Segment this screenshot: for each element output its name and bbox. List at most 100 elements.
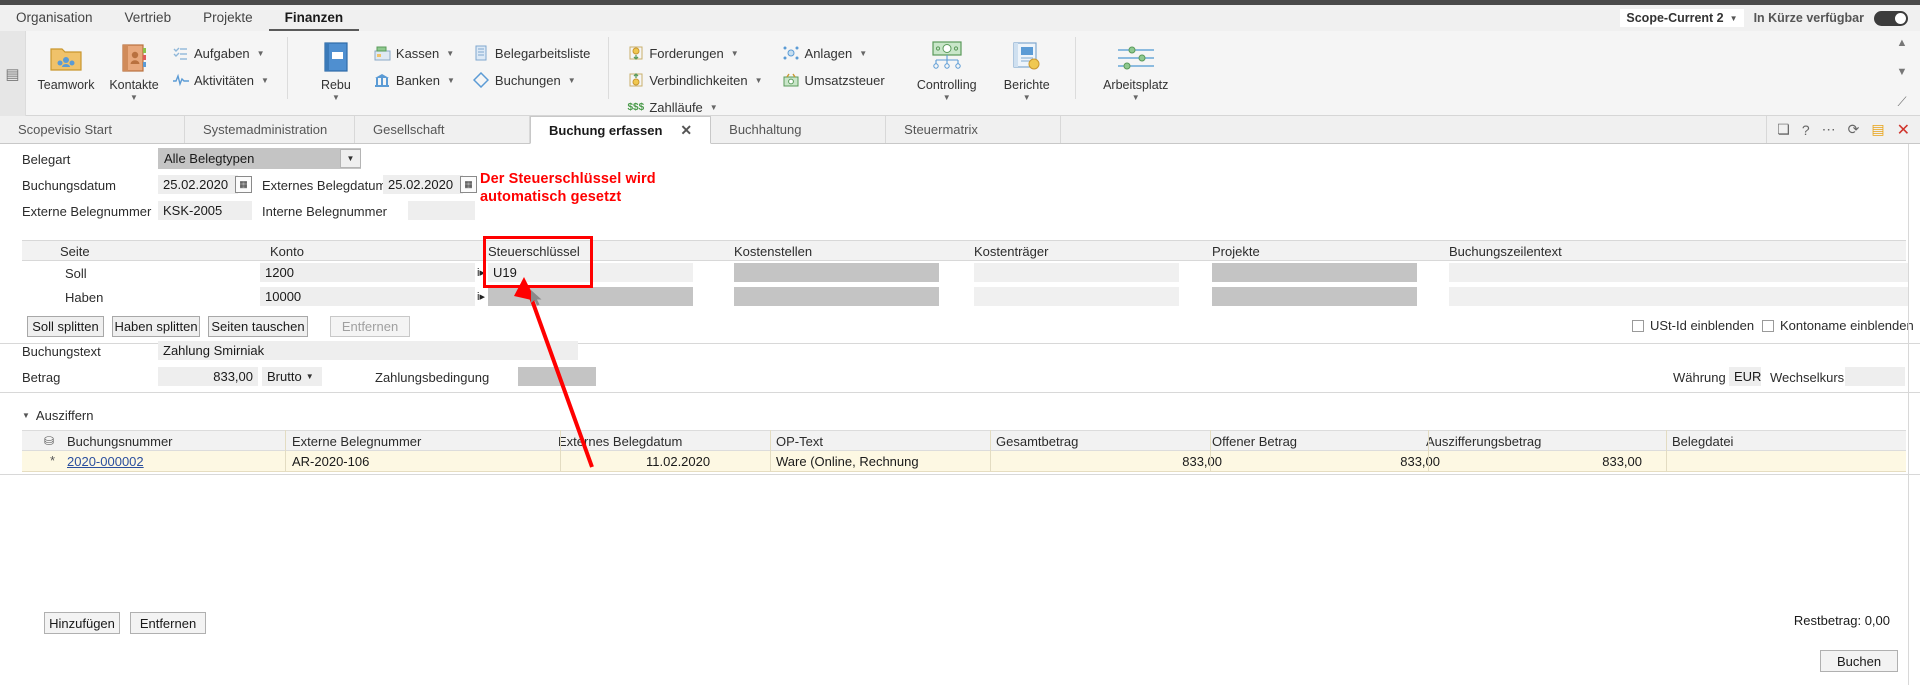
ribbon-button-kontakte[interactable]: Kontakte ▼ [100,35,168,102]
ribbon-button-teamwork[interactable]: Teamwork [32,35,100,92]
chevron-down-icon[interactable]: ▼ [1023,93,1031,102]
booking-row-haben-projekte[interactable] [1212,287,1417,306]
calendar-icon[interactable]: ▦ [235,176,252,193]
scope-selector[interactable]: Scope-Current 2 ▼ [1620,9,1744,27]
chevron-down-icon[interactable]: ▼ [568,76,576,85]
externe-belegnummer-input[interactable]: KSK-2005 [158,201,252,220]
ust-id-einblenden-checkbox[interactable]: USt-Id einblenden [1632,318,1754,333]
chevron-down-icon[interactable]: ▼ [1897,66,1908,78]
section-divider [0,392,1920,393]
booking-row-haben-steuerschluessel[interactable] [488,287,693,306]
ribbon-button-berichte[interactable]: Berichte ▼ [993,35,1061,102]
chevron-down-icon[interactable]: ▼ [130,93,138,102]
ausziffern-section-label: Ausziffern [35,408,94,423]
ribbon-button-buchungen[interactable]: Buchungen ▼ [469,68,594,92]
ausziffern-table-row[interactable]: * 2020-000002 AR-2020-106 11.02.2020 War… [22,451,1906,472]
reports-icon [1010,39,1044,77]
chevron-down-icon[interactable]: ▼ [261,76,269,85]
calendar-icon[interactable]: ▦ [460,176,477,193]
tab-scopevisio-start[interactable]: Scopevisio Start [0,116,185,143]
ribbon-button-verbindlichkeiten[interactable]: Verbindlichkeiten ▼ [623,68,766,92]
tab-buchung-erfassen[interactable]: Buchung erfassen ✕ [530,116,712,144]
pulse-icon[interactable]: ⟋ [1897,94,1906,110]
ribbon-button-arbeitsplatz[interactable]: Arbeitsplatz ▼ [1090,35,1182,102]
tab-gesellschaft[interactable]: Gesellschaft [355,116,530,143]
ribbon-button-forderungen-label: Forderungen [649,45,724,61]
menu-item-projekte[interactable]: Projekte [187,5,269,31]
booking-row-haben-buchungszeilentext[interactable] [1449,287,1909,306]
save-icon[interactable]: ▤ [1871,121,1884,138]
menu-item-vertrieb[interactable]: Vertrieb [109,5,188,31]
interne-belegnummer-input[interactable] [408,201,475,220]
chevron-down-icon[interactable]: ▼ [731,49,739,58]
ribbon-button-aufgaben[interactable]: Aufgaben ▼ [168,41,273,65]
chevron-down-icon[interactable]: ▼ [710,103,718,112]
menu-item-organisation[interactable]: Organisation [0,5,109,31]
externes-belegdatum-input[interactable]: 25.02.2020 [383,175,463,194]
soll-splitten-button[interactable]: Soll splitten [27,316,104,337]
buchungsdatum-input[interactable]: 25.02.2020 [158,175,238,194]
booking-row-haben-konto[interactable]: 10000 [260,287,475,306]
tab-systemadministration[interactable]: Systemadministration [185,116,355,143]
column-chooser-icon[interactable]: ⛁ [44,434,54,448]
ausziffern-row-offener-betrag: 833,00 [1400,454,1440,469]
kontoname-einblenden-checkbox[interactable]: Kontoname einblenden [1762,318,1914,333]
menu-item-finanzen[interactable]: Finanzen [268,5,360,31]
ribbon-collapse-handle[interactable]: ▤ [0,31,26,116]
chevron-down-icon[interactable]: ▼ [332,93,340,102]
chevron-down-icon[interactable]: ▼ [859,49,867,58]
ribbon-button-belegarbeitsliste[interactable]: Belegarbeitsliste [469,41,594,65]
document-list-icon [473,45,490,62]
booking-row-soll-buchungszeilentext[interactable] [1449,263,1909,282]
tab-steuermatrix[interactable]: Steuermatrix [886,116,1062,143]
booking-row-soll-kostentraeger[interactable] [974,263,1179,282]
chevron-up-icon[interactable]: ▲ [1897,37,1908,49]
entfernen-button[interactable]: Entfernen [130,612,206,634]
chevron-down-icon[interactable]: ▼ [340,149,361,168]
ribbon-button-rebu[interactable]: Rebu ▼ [302,35,370,102]
seiten-tauschen-button[interactable]: Seiten tauschen [208,316,308,337]
booking-row-haben-kostentraeger[interactable] [974,287,1179,306]
close-icon[interactable]: ✕ [680,122,692,139]
ribbon-button-aktivitaeten[interactable]: Aktivitäten ▼ [168,68,273,92]
wechselkurs-input[interactable] [1845,367,1905,386]
ausziffern-row-buchungsnummer[interactable]: 2020-000002 [67,454,144,469]
kontoname-einblenden-label: Kontoname einblenden [1780,318,1914,333]
waehrung-value[interactable]: EUR [1729,367,1761,386]
ribbon-button-anlagen[interactable]: Anlagen ▼ [779,41,889,65]
booking-row-haben-kostenstellen[interactable] [734,287,939,306]
ausziffern-section-header[interactable]: ▼ Ausziffern [22,408,94,423]
booking-row-soll[interactable]: Soll 1200 i▸ U19 [22,261,1909,285]
chevron-down-icon[interactable]: ▼ [447,76,455,85]
buchen-button[interactable]: Buchen [1820,650,1898,672]
haben-splitten-button[interactable]: Haben splitten [112,316,200,337]
chevron-down-icon[interactable]: ▼ [446,49,454,58]
zahlungsbedingung-input[interactable] [518,367,596,386]
chevron-down-icon[interactable]: ▼ [257,49,265,58]
booking-row-haben[interactable]: Haben 10000 i▸ [22,285,1909,309]
chevron-down-icon[interactable]: ▼ [943,93,951,102]
konto-lookup-icon[interactable]: i▸ [477,290,485,303]
close-icon[interactable]: ✕ [1897,120,1910,140]
tab-buchhaltung[interactable]: Buchhaltung [711,116,887,143]
availability-toggle[interactable] [1874,10,1908,26]
buchungstext-input[interactable]: Zahlung Smirniak [158,341,578,360]
copy-icon[interactable]: ❏ [1777,121,1790,138]
more-icon[interactable]: ⋯ [1822,121,1836,138]
betrag-input[interactable]: 833,00 [158,367,258,386]
refresh-icon[interactable]: ⟳ [1848,121,1860,138]
ribbon-button-kassen[interactable]: Kassen ▼ [370,41,459,65]
booking-row-soll-projekte[interactable] [1212,263,1417,282]
chevron-down-icon[interactable]: ▼ [755,76,763,85]
chevron-down-icon[interactable]: ▼ [1132,93,1140,102]
ribbon-button-umsatzsteuer[interactable]: Umsatzsteuer [779,68,889,92]
help-icon[interactable]: ? [1802,122,1810,138]
ribbon-button-banken[interactable]: Banken ▼ [370,68,459,92]
booking-row-soll-konto[interactable]: 1200 [260,263,475,282]
ribbon-button-controlling[interactable]: Controlling ▼ [901,35,993,102]
booking-row-soll-kostenstellen[interactable] [734,263,939,282]
hinzufuegen-button[interactable]: Hinzufügen [44,612,120,634]
ribbon-button-forderungen[interactable]: Forderungen ▼ [623,41,766,65]
belegart-select[interactable]: Alle Belegtypen ▼ [158,148,361,169]
betrag-mode-select[interactable]: Brutto ▼ [262,367,322,386]
